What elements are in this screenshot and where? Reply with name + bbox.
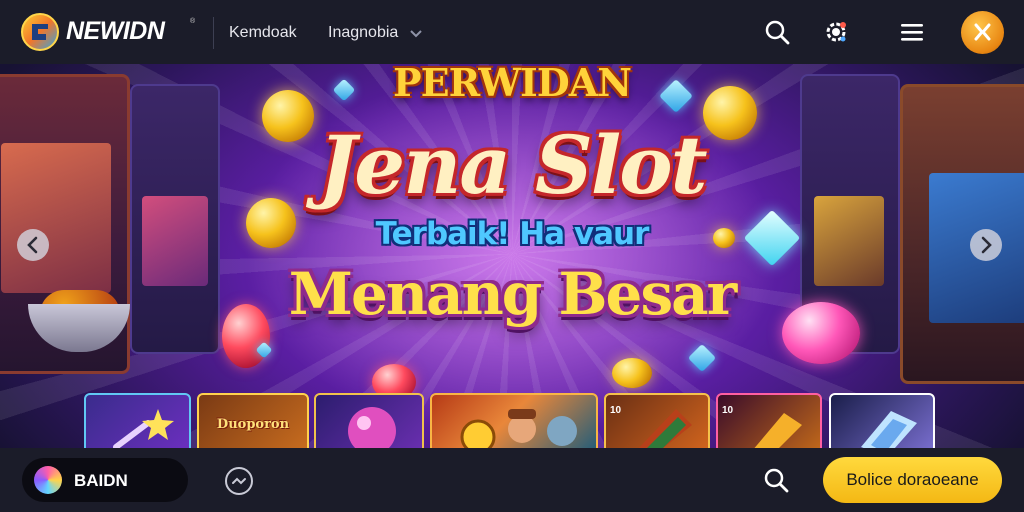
avatar-icon[interactable] [961,11,1004,54]
brand-name[interactable]: NEWIDN [66,17,165,46]
search-icon[interactable] [763,18,791,46]
primary-cta-button[interactable]: Bolice doraoeane [823,457,1002,503]
game-tile[interactable] [430,393,598,448]
support-icon[interactable] [224,466,254,496]
chevron-down-icon[interactable] [410,30,422,38]
game-tile-badge: 10 [610,405,622,416]
gear-icon[interactable] [822,18,850,46]
game-tile[interactable] [84,393,191,448]
game-tile[interactable]: Duoporon [197,393,309,448]
nav-link-inagnobia[interactable]: Inagnobia [328,24,398,42]
chevron-right-icon [981,236,992,254]
card-icon [638,409,692,448]
search-icon[interactable] [762,466,792,496]
chevron-left-icon [27,236,38,254]
game-tiles-row: Duoporon 10 10 [0,393,1024,448]
game-tile[interactable]: 10 [604,393,710,448]
hero-subtitle: Terbaik! Ha vaur [375,216,650,252]
characters-icon [460,409,577,448]
bottom-bar: BAIDN Bolice doraoeane [0,448,1024,512]
brand-logo-icon[interactable] [20,12,60,52]
brand-trademark: ® [190,18,196,25]
account-pill-button[interactable]: BAIDN [22,458,188,502]
game-tile-title: Duoporon [216,417,290,432]
game-tile-badge: 10 [722,405,734,416]
carousel-next-button[interactable] [970,229,1002,261]
gold-bar-icon [754,413,802,448]
nav-link-kemdoak[interactable]: Kemdoak [229,24,297,42]
game-tile[interactable] [829,393,935,448]
hero-kicker: PERWIDAN [393,64,632,105]
game-tile[interactable] [314,393,424,448]
magic-wand-icon [113,409,174,448]
carousel-prev-button[interactable] [17,229,49,261]
account-pill-label: BAIDN [74,471,128,490]
divider [213,17,214,49]
hero-title: Jena Slot [318,118,707,212]
game-tile[interactable]: 10 [716,393,822,448]
hero-headline: Menang Besar [288,260,738,328]
brand-badge-icon [34,466,62,494]
gold-coin-icon [612,358,652,388]
crystal-icon [861,411,917,448]
menu-icon[interactable] [898,18,926,46]
top-navigation-bar: NEWIDN ® Kemdoak Inagnobia [0,0,1024,64]
hero-banner[interactable]: PERWIDAN Jena Slot Terbaik! Ha vaur Mena… [0,64,1024,448]
orb-icon [348,407,396,448]
